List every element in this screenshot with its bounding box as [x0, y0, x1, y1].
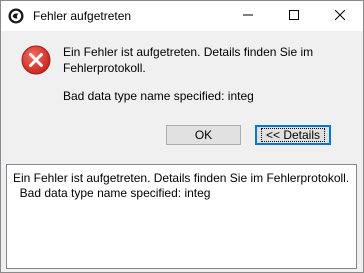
close-button[interactable]	[317, 1, 363, 31]
maximize-icon	[289, 9, 299, 23]
error-detail: Bad data type name specified: integ	[63, 89, 254, 103]
error-message: Ein Fehler ist aufgetreten. Details find…	[63, 45, 314, 75]
maximize-button[interactable]	[271, 1, 317, 31]
window-title: Fehler aufgetreten	[33, 9, 132, 23]
minimize-icon	[243, 9, 253, 23]
error-icon	[21, 45, 51, 75]
details-text: Ein Fehler ist aufgetreten. Details find…	[13, 171, 350, 200]
details-textarea[interactable]: Ein Fehler ist aufgetreten. Details find…	[6, 164, 357, 269]
details-button-label: << Details	[260, 128, 326, 142]
error-dialog-window: Fehler aufgetreten Ein Fehler ist aufget…	[0, 0, 364, 273]
close-icon	[334, 9, 346, 23]
ok-button-label: OK	[194, 128, 213, 142]
ok-button[interactable]: OK	[166, 125, 241, 145]
details-toggle-button[interactable]: << Details	[255, 125, 331, 145]
app-logo-icon	[8, 8, 24, 24]
title-bar[interactable]: Fehler aufgetreten	[1, 1, 363, 31]
minimize-button[interactable]	[225, 1, 271, 31]
